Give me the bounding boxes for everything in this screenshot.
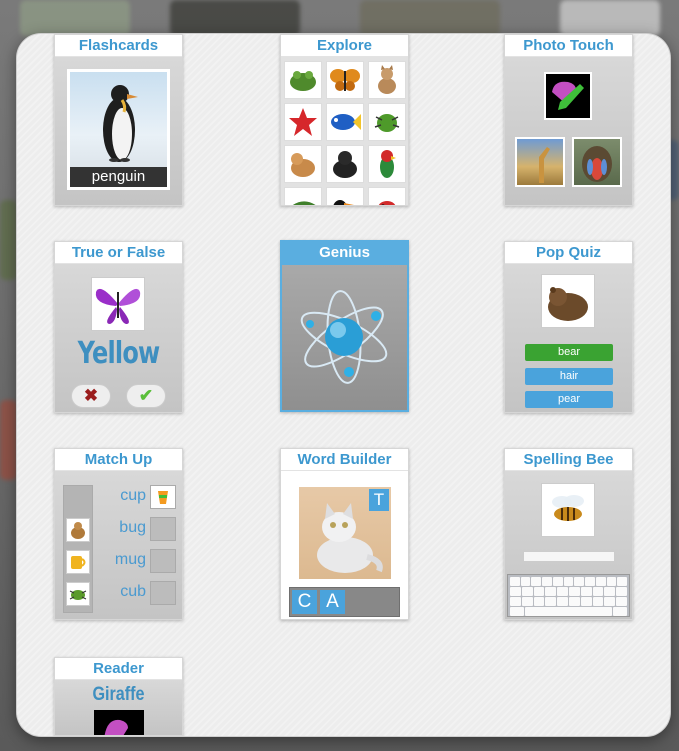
fish-thumbnail — [326, 103, 364, 141]
card-preview — [281, 57, 408, 205]
frog-thumbnail — [284, 61, 322, 99]
atom-icon — [300, 290, 388, 384]
keyboard — [507, 574, 630, 617]
card-preview: Giraffe — [55, 680, 182, 735]
card-preview — [505, 57, 632, 205]
touch-prompt-icon — [544, 72, 592, 120]
cat-thumbnail — [368, 61, 406, 99]
activity-card-photo-touch[interactable]: Photo Touch — [504, 34, 633, 206]
empty-match-slot[interactable] — [150, 549, 176, 573]
butterfly-thumbnail — [326, 61, 364, 99]
card-title: True or False — [55, 242, 182, 264]
card-title: Explore — [281, 35, 408, 57]
color-word: Yellow — [77, 336, 161, 371]
background-photo — [560, 0, 660, 36]
activity-card-word-builder[interactable]: Word Builder T C A — [280, 448, 409, 620]
dog-thumbnail — [284, 145, 322, 183]
card-preview: cup bug mug cub — [55, 471, 182, 619]
activity-chooser: Flashcards penguin Explore Photo Touch T… — [17, 34, 670, 736]
quiz-option-correct[interactable]: bear — [525, 344, 613, 361]
match-word: cup — [120, 487, 146, 504]
bee-image — [541, 483, 595, 537]
card-preview: bear hair pear — [505, 264, 632, 412]
letter-tile[interactable]: A — [320, 590, 345, 614]
activity-card-spelling-bee[interactable]: Spelling Bee — [504, 448, 633, 620]
mug-thumbnail — [66, 550, 90, 574]
activity-card-pop-quiz[interactable]: Pop Quiz bear hair pear — [504, 241, 633, 413]
reader-image — [94, 710, 144, 735]
false-button[interactable]: ✖ — [71, 384, 111, 408]
gorilla-thumbnail — [326, 145, 364, 183]
background-photo — [360, 0, 500, 36]
card-title: Genius — [282, 242, 407, 265]
beetle-thumbnail — [368, 103, 406, 141]
penguin-illustration — [78, 85, 158, 175]
spelling-input[interactable] — [523, 551, 615, 562]
lizard-thumbnail — [284, 187, 322, 205]
matched-cup-slot[interactable] — [150, 485, 176, 509]
letter-tray: C A — [289, 587, 400, 617]
activity-card-match-up[interactable]: Match Up cup bug mug cub — [54, 448, 183, 620]
match-word: mug — [114, 551, 146, 568]
ladybug-thumbnail — [368, 187, 406, 205]
background-photo — [0, 200, 17, 280]
animal-grid — [284, 61, 406, 205]
card-title: Pop Quiz — [505, 242, 632, 264]
mandrill-photo — [572, 137, 622, 187]
penguin-photo: penguin — [67, 69, 170, 190]
empty-match-slot[interactable] — [150, 581, 176, 605]
card-title: Word Builder — [281, 449, 408, 471]
card-preview: T C A — [281, 471, 408, 619]
bear-image — [541, 274, 595, 328]
activity-card-flashcards[interactable]: Flashcards penguin — [54, 34, 183, 206]
letter-tile[interactable]: C — [292, 590, 317, 614]
card-title: Photo Touch — [505, 35, 632, 57]
background-photo — [170, 0, 300, 36]
card-preview — [282, 265, 407, 410]
card-title: Spelling Bee — [505, 449, 632, 471]
true-button[interactable]: ✔ — [126, 384, 166, 408]
match-word: cub — [120, 583, 146, 600]
parrot-thumbnail — [368, 145, 406, 183]
cub-thumbnail — [66, 518, 90, 542]
match-word: bug — [119, 519, 146, 536]
activity-card-explore[interactable]: Explore — [280, 34, 409, 206]
activity-card-reader[interactable]: Reader Giraffe — [54, 657, 183, 736]
card-title: Reader — [55, 658, 182, 680]
butterfly-image — [91, 277, 145, 331]
reader-word: Giraffe — [92, 684, 145, 705]
activity-card-true-or-false[interactable]: True or False Yellow ✖ ✔ — [54, 241, 183, 413]
giraffe-photo — [515, 137, 565, 187]
empty-match-slot[interactable] — [150, 517, 176, 541]
toucan-thumbnail — [326, 187, 364, 205]
flashcard-label: penguin — [70, 167, 167, 187]
card-preview: Yellow ✖ ✔ — [55, 264, 182, 412]
cat-photo: T — [297, 485, 393, 581]
starfish-thumbnail — [284, 103, 322, 141]
activity-card-genius[interactable]: Genius — [280, 240, 409, 412]
letter-hint-tile: T — [369, 489, 389, 511]
quiz-option[interactable]: hair — [525, 368, 613, 385]
card-preview: penguin — [55, 57, 182, 205]
background-photo — [20, 0, 130, 36]
background-photo — [0, 400, 17, 480]
card-preview — [505, 471, 632, 619]
card-title: Flashcards — [55, 35, 182, 57]
card-title: Match Up — [55, 449, 182, 471]
picture-column — [63, 485, 93, 613]
bug-thumbnail — [66, 582, 90, 606]
quiz-option[interactable]: pear — [525, 391, 613, 408]
